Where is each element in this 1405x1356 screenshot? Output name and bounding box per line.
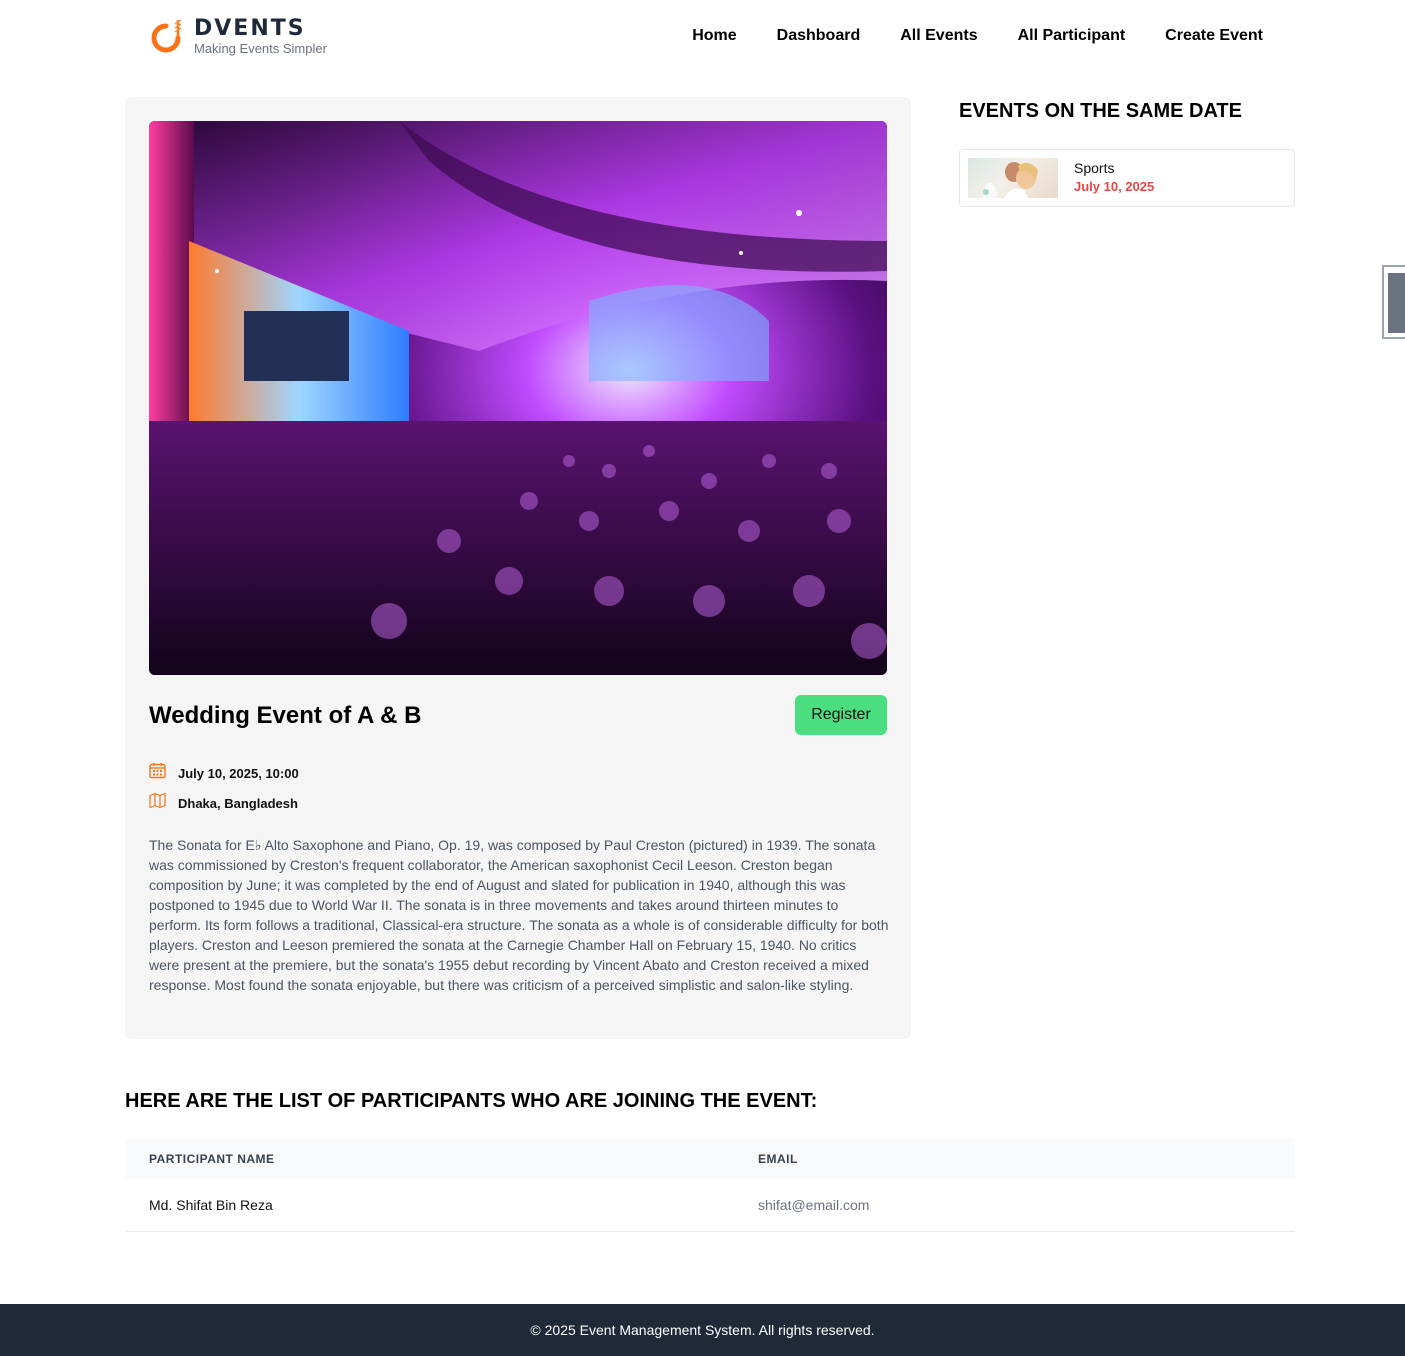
nav-all-events[interactable]: All Events: [900, 26, 977, 46]
event-location: Dhaka, Bangladesh: [149, 792, 298, 814]
participants-table: PARTICIPANT NAME EMAIL Md. Shifat Bin Re…: [125, 1139, 1295, 1232]
same-date-title: EVENTS ON THE SAME DATE: [959, 100, 1242, 122]
participant-name: Md. Shifat Bin Reza: [149, 1197, 273, 1213]
brand-logo-icon: [148, 14, 184, 58]
table-header: PARTICIPANT NAME EMAIL: [125, 1139, 1295, 1179]
event-description: The Sonata for E♭ Alto Saxophone and Pia…: [149, 837, 889, 993]
nav-all-participant[interactable]: All Participant: [1018, 26, 1126, 46]
event-hero-image: [149, 121, 887, 675]
column-email: EMAIL: [758, 1152, 798, 1166]
brand-name: DVENTS: [194, 16, 306, 41]
event-datetime-text: July 10, 2025, 10:00: [178, 765, 299, 781]
nav-create-event[interactable]: Create Event: [1165, 26, 1263, 46]
site-header: DVENTS Making Events Simpler Home Dashbo…: [0, 0, 1405, 72]
brand-logo[interactable]: DVENTS Making Events Simpler: [148, 14, 327, 58]
same-date-event-date: July 10, 2025: [1074, 179, 1155, 194]
side-tab-widget[interactable]: [1382, 265, 1405, 339]
nav-dashboard[interactable]: Dashboard: [777, 26, 861, 46]
map-icon: [149, 792, 166, 814]
brand-text: DVENTS Making Events Simpler: [194, 16, 327, 56]
register-button[interactable]: Register: [795, 695, 887, 735]
participants-title: HERE ARE THE LIST OF PARTICIPANTS WHO AR…: [125, 1090, 818, 1112]
footer-text: © 2025 Event Management System. All righ…: [530, 1322, 875, 1338]
same-date-event-thumbnail: [968, 158, 1058, 198]
page: DVENTS Making Events Simpler Home Dashbo…: [0, 0, 1405, 1356]
event-datetime: July 10, 2025, 10:00: [149, 762, 299, 784]
brand-tagline: Making Events Simpler: [194, 41, 327, 56]
calendar-icon: [149, 762, 166, 784]
event-card: Wedding Event of A & B Register July 10,…: [125, 97, 911, 1039]
table-row: Md. Shifat Bin Reza shifat@email.com: [125, 1179, 1295, 1232]
side-tab-widget-icon: [1388, 273, 1405, 333]
nav-home[interactable]: Home: [692, 26, 736, 46]
site-footer: © 2025 Event Management System. All righ…: [0, 1304, 1405, 1356]
participant-email: shifat@email.com: [758, 1197, 870, 1213]
event-title: Wedding Event of A & B: [149, 702, 422, 729]
event-location-text: Dhaka, Bangladesh: [178, 795, 298, 811]
main-nav: Home Dashboard All Events All Participan…: [692, 26, 1263, 46]
same-date-event-name: Sports: [1074, 160, 1115, 176]
same-date-event-item[interactable]: Sports July 10, 2025: [959, 149, 1295, 207]
column-participant-name: PARTICIPANT NAME: [149, 1152, 275, 1166]
